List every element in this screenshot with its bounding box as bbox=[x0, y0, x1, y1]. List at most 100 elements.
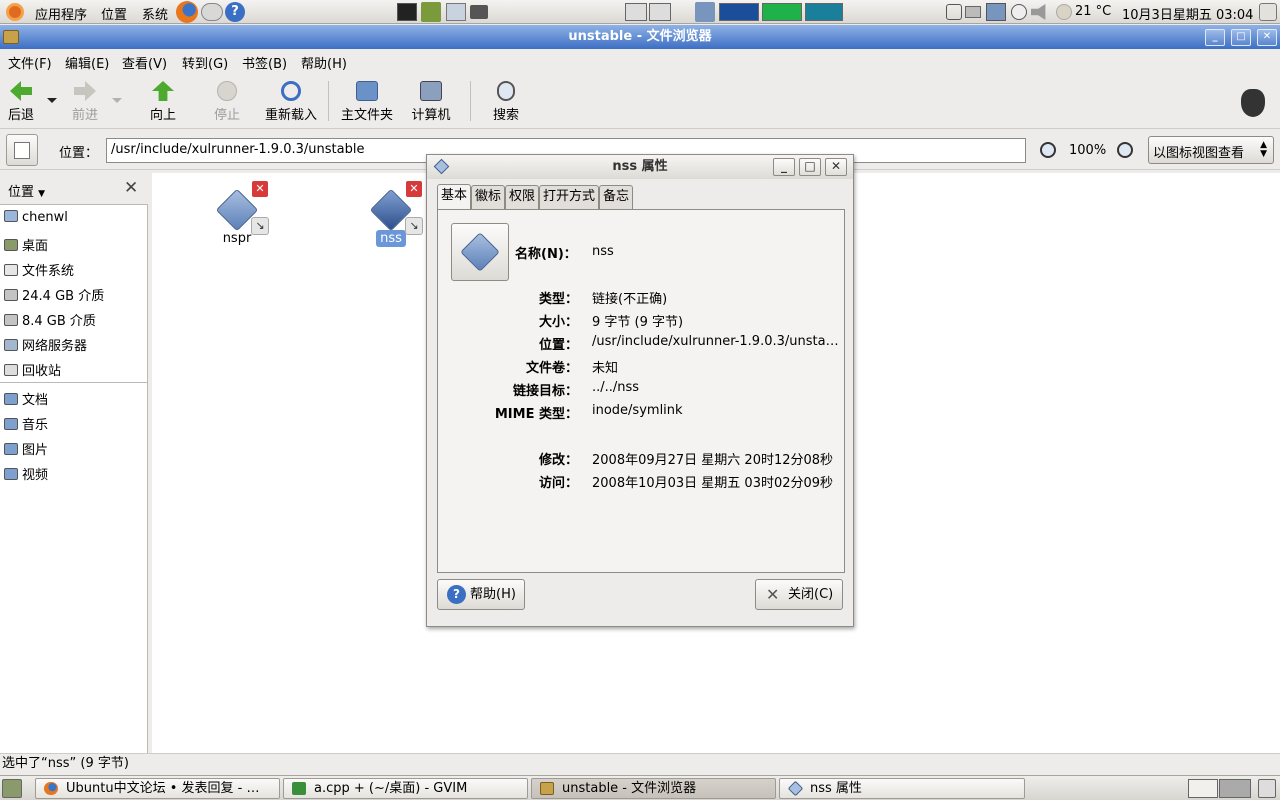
maximize-button[interactable]: □ bbox=[1231, 29, 1251, 46]
modified-label: 修改： bbox=[538, 453, 578, 468]
size-label: 大小： bbox=[538, 315, 578, 330]
taskbar-item-file-browser[interactable]: unstable - 文件浏览器 bbox=[531, 778, 776, 799]
location-label: 位置： bbox=[538, 338, 578, 353]
properties-dialog: nss 属性 _ □ ✕ 基本 徽标 权限 打开方式 备忘 名称(N)： nss… bbox=[426, 154, 854, 627]
dictionary-icon[interactable] bbox=[421, 2, 441, 22]
gnome-foot-logo-icon bbox=[1241, 89, 1265, 117]
sidebar-item-volume-1[interactable]: 24.4 GB 介质 bbox=[4, 285, 104, 305]
volume-label: 文件卷： bbox=[525, 361, 578, 376]
workspace-switcher-2[interactable] bbox=[1219, 779, 1251, 798]
clock-applet-icon[interactable] bbox=[1011, 4, 1027, 20]
help-icon[interactable]: ? bbox=[225, 2, 245, 22]
close-dialog-button[interactable]: ✕ 关闭(C) bbox=[755, 579, 843, 610]
file-item-nss[interactable]: ✕ ↘ nss bbox=[363, 180, 423, 247]
zoom-in-icon[interactable] bbox=[1117, 142, 1133, 158]
volume-icon[interactable] bbox=[1031, 4, 1046, 20]
dialog-titlebar[interactable]: nss 属性 _ □ ✕ bbox=[427, 155, 853, 179]
trash-applet-icon[interactable] bbox=[1258, 779, 1276, 798]
sidebar-item-volume-2[interactable]: 8.4 GB 介质 bbox=[4, 310, 96, 330]
terminal-icon[interactable] bbox=[397, 3, 417, 21]
image-viewer-icon[interactable] bbox=[446, 3, 466, 21]
taskbar-item-browser[interactable]: Ubuntu中文论坛 • 发表回复 - … bbox=[35, 778, 280, 799]
taskbar-item-gvim[interactable]: a.cpp + (~/桌面) - GVIM bbox=[283, 778, 528, 799]
bottom-panel: Ubuntu中文论坛 • 发表回复 - … a.cpp + (~/桌面) - G… bbox=[0, 775, 1280, 800]
system-menu[interactable]: 系统 bbox=[142, 4, 168, 23]
up-button[interactable]: 向上 bbox=[148, 81, 178, 123]
tab-emblems[interactable]: 徽标 bbox=[471, 185, 506, 209]
menu-go[interactable]: 转到(G) bbox=[182, 53, 228, 72]
close-button[interactable]: ✕ bbox=[1257, 29, 1277, 46]
sidebar-item-music[interactable]: 音乐 bbox=[4, 414, 48, 434]
file-item-nspr[interactable]: ✕ ↘ nspr bbox=[209, 180, 269, 246]
load-monitor-graph bbox=[805, 3, 843, 21]
folder-icon bbox=[4, 468, 18, 480]
sidebar-item-trash[interactable]: 回收站 bbox=[4, 360, 61, 380]
sidebar-item-documents[interactable]: 文档 bbox=[4, 389, 48, 409]
menu-help[interactable]: 帮助(H) bbox=[301, 53, 347, 72]
workspace-1-icon[interactable] bbox=[625, 3, 647, 21]
back-history-dropdown-icon[interactable] bbox=[47, 98, 57, 103]
applications-menu[interactable]: 应用程序 bbox=[35, 4, 87, 23]
toggle-location-entry-button[interactable] bbox=[6, 134, 38, 166]
sidebar-item-desktop[interactable]: 桌面 bbox=[4, 235, 48, 255]
sidebar-item-videos[interactable]: 视频 bbox=[4, 464, 48, 484]
search-button[interactable]: 搜索 bbox=[492, 81, 520, 123]
clock[interactable]: 10月3日星期五 03:04 bbox=[1122, 4, 1253, 23]
dialog-maximize-button[interactable]: □ bbox=[799, 158, 821, 176]
tab-basic[interactable]: 基本 bbox=[437, 184, 472, 210]
symlink-file-icon bbox=[787, 780, 804, 797]
firefox-icon[interactable] bbox=[176, 1, 198, 23]
zoom-level[interactable]: 100% bbox=[1069, 143, 1106, 158]
back-button[interactable]: 后退 bbox=[6, 81, 36, 123]
home-folder-icon bbox=[356, 81, 378, 101]
sidebar-item-pictures[interactable]: 图片 bbox=[4, 439, 48, 459]
broken-link-emblem-icon: ✕ bbox=[405, 180, 423, 198]
menu-view[interactable]: 查看(V) bbox=[122, 53, 167, 72]
window-menu-icon[interactable] bbox=[3, 30, 19, 44]
zoom-out-icon[interactable] bbox=[1040, 142, 1056, 158]
show-desktop-icon[interactable] bbox=[2, 779, 22, 798]
workspace-switcher-1[interactable] bbox=[1188, 779, 1218, 798]
symlink-arrow-emblem-icon: ↘ bbox=[405, 217, 423, 235]
sidebar-type-select[interactable]: 位置 ▼ bbox=[8, 181, 45, 200]
file-icon-button[interactable] bbox=[451, 223, 509, 281]
back-arrow-icon bbox=[10, 81, 32, 101]
ubuntu-logo-icon[interactable] bbox=[6, 3, 24, 21]
taskbar-item-properties[interactable]: nss 属性 bbox=[779, 778, 1025, 799]
view-mode-select[interactable]: 以图标视图查看 ▲ ▼ bbox=[1148, 136, 1274, 164]
workspace-2-icon[interactable] bbox=[649, 3, 671, 21]
mail-icon[interactable] bbox=[201, 3, 223, 21]
sidebar-item-filesystem[interactable]: 文件系统 bbox=[4, 260, 74, 280]
shutdown-icon[interactable] bbox=[1259, 3, 1277, 21]
device-icon[interactable] bbox=[946, 4, 962, 20]
home-button[interactable]: 主文件夹 bbox=[340, 81, 394, 123]
menu-file[interactable]: 文件(F) bbox=[8, 53, 52, 72]
sidebar-item-network[interactable]: 网络服务器 bbox=[4, 335, 87, 355]
stop-button[interactable]: 停止 bbox=[212, 81, 242, 123]
name-value[interactable]: nss bbox=[592, 244, 614, 259]
minimize-button[interactable]: _ bbox=[1205, 29, 1225, 46]
menu-bookmarks[interactable]: 书签(B) bbox=[242, 53, 287, 72]
drive-icon[interactable] bbox=[965, 6, 981, 18]
sidebar-close-icon[interactable]: ✕ bbox=[124, 178, 138, 198]
status-text: 选中了“nss” (9 字节) bbox=[2, 756, 129, 771]
dialog-close-button[interactable]: ✕ bbox=[825, 158, 847, 176]
tab-open-with[interactable]: 打开方式 bbox=[539, 185, 600, 209]
temperature[interactable]: 21 °C bbox=[1075, 4, 1111, 19]
forward-button[interactable]: 前进 bbox=[70, 81, 100, 123]
camera-icon[interactable] bbox=[470, 5, 488, 19]
window-titlebar[interactable]: unstable - 文件浏览器 _ □ ✕ bbox=[0, 25, 1280, 49]
status-bar: 选中了“nss” (9 字节) bbox=[0, 753, 1280, 775]
menu-edit[interactable]: 编辑(E) bbox=[65, 53, 109, 72]
tab-permissions[interactable]: 权限 bbox=[505, 185, 540, 209]
tab-notes[interactable]: 备忘 bbox=[599, 185, 634, 209]
forward-history-dropdown-icon[interactable] bbox=[112, 98, 122, 103]
network-icon[interactable] bbox=[986, 3, 1006, 21]
dialog-minimize-button[interactable]: _ bbox=[773, 158, 795, 176]
help-button[interactable]: ? 帮助(H) bbox=[437, 579, 525, 610]
location-path: /usr/include/xulrunner-1.9.0.3/unstable bbox=[111, 142, 365, 157]
computer-button[interactable]: 计算机 bbox=[410, 81, 452, 123]
sidebar-item-home[interactable]: chenwl bbox=[4, 210, 68, 230]
reload-button[interactable]: 重新载入 bbox=[263, 81, 319, 123]
places-menu[interactable]: 位置 bbox=[101, 4, 127, 23]
